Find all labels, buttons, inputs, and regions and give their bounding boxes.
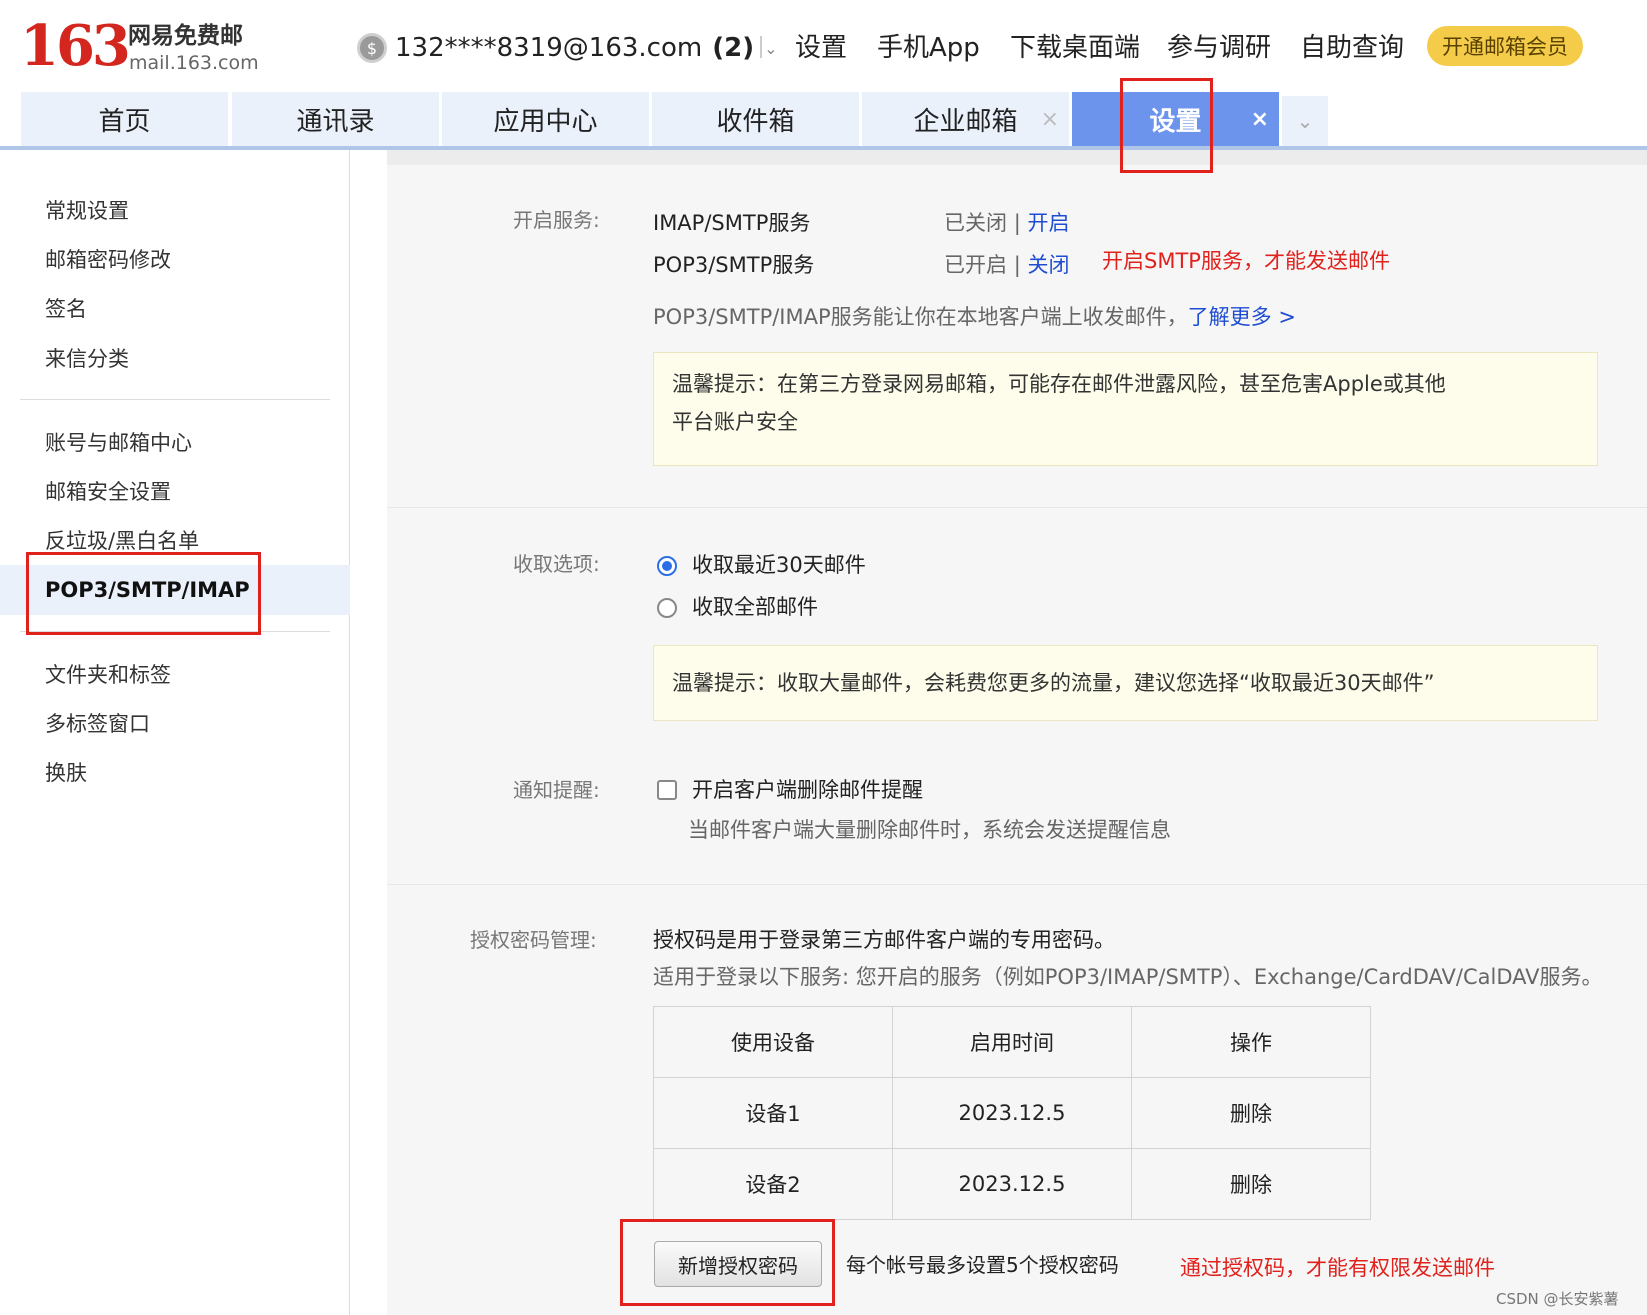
top-link-mobile-app[interactable]: 手机App bbox=[877, 28, 980, 68]
auth-annotation: 通过授权码，才能有权限发送邮件 bbox=[1180, 1256, 1495, 1280]
column-header: 操作 bbox=[1131, 1006, 1371, 1078]
table-header: 使用设备 启用时间 操作 bbox=[653, 1006, 1371, 1078]
tab-label: 企业邮箱 bbox=[913, 106, 1018, 137]
sidebar-divider bbox=[20, 399, 330, 400]
device-name: 设备2 bbox=[653, 1148, 893, 1220]
tab-home[interactable]: 首页 bbox=[21, 92, 228, 146]
service-name-pop3: POP3/SMTP服务 bbox=[653, 253, 815, 277]
section-divider bbox=[387, 507, 1647, 508]
disable-pop3-link[interactable]: 关闭 bbox=[1027, 253, 1069, 277]
tab-label: 应用中心 bbox=[493, 106, 598, 137]
service-status-pop3: 已开启 | 关闭 bbox=[944, 250, 1069, 280]
close-icon[interactable]: × bbox=[1041, 107, 1059, 132]
delete-reminder-desc: 当邮件客户端大量删除邮件时，系统会发送提醒信息 bbox=[688, 818, 1171, 842]
tab-inbox[interactable]: 收件箱 bbox=[652, 92, 859, 146]
sidebar-item-general[interactable]: 常规设置 bbox=[45, 196, 129, 226]
sidebar-item-security[interactable]: 邮箱安全设置 bbox=[45, 477, 171, 507]
auth-line-2: 适用于登录以下服务: 您开启的服务（例如POP3/IMAP/SMTP）、Exch… bbox=[653, 965, 1603, 989]
smtp-annotation: 开启SMTP服务，才能发送邮件 bbox=[1102, 249, 1390, 273]
enable-imap-link[interactable]: 开启 bbox=[1027, 211, 1069, 235]
auth-label: 授权密码管理: bbox=[470, 928, 597, 952]
tip-line: 温馨提示：在第三方登录网易邮箱，可能存在邮件泄露风险，甚至危害Apple或其他 bbox=[672, 372, 1446, 396]
enable-date: 2023.12.5 bbox=[892, 1148, 1132, 1220]
tab-label: 收件箱 bbox=[716, 106, 795, 137]
receive-tip: 温馨提示：收取大量邮件，会耗费您更多的流量，建议您选择“收取最近30天邮件” bbox=[653, 645, 1598, 721]
delete-reminder-label[interactable]: 开启客户端删除邮件提醒 bbox=[692, 775, 923, 805]
description-text: POP3/SMTP/IMAP服务能让你在本地客户端上收发邮件， bbox=[653, 305, 1188, 329]
auth-limit-text: 每个帐号最多设置5个授权密码 bbox=[846, 1253, 1119, 1277]
top-link-settings[interactable]: 设置 bbox=[795, 28, 847, 68]
tab-enterprise-mail[interactable]: 企业邮箱 × bbox=[862, 92, 1069, 146]
services-description: POP3/SMTP/IMAP服务能让你在本地客户端上收发邮件，了解更多 > bbox=[653, 302, 1296, 332]
service-name-imap: IMAP/SMTP服务 bbox=[653, 211, 811, 235]
learn-more-link[interactable]: 了解更多 > bbox=[1188, 305, 1296, 329]
sidebar-item-skin[interactable]: 换肤 bbox=[45, 758, 87, 788]
auth-device-table: 使用设备 启用时间 操作 设备1 2023.12.5 删除 设备2 2023.1… bbox=[653, 1006, 1371, 1220]
service-status-imap: 已关闭 | 开启 bbox=[944, 208, 1069, 238]
coin-icon: $ bbox=[357, 33, 387, 63]
section-divider bbox=[387, 884, 1647, 885]
account-switcher[interactable]: $ 132****8319@163.com (2) ⌄ bbox=[357, 28, 777, 68]
sidebar-item-mail-classify[interactable]: 来信分类 bbox=[45, 344, 129, 374]
vip-button[interactable]: 开通邮箱会员 bbox=[1427, 26, 1583, 66]
status-text: 已关闭 bbox=[944, 211, 1007, 235]
sidebar-item-password[interactable]: 邮箱密码修改 bbox=[45, 245, 171, 275]
receive-label: 收取选项: bbox=[513, 552, 600, 576]
account-count: (2) bbox=[712, 33, 755, 63]
sidebar-item-folders-tags[interactable]: 文件夹和标签 bbox=[45, 660, 171, 690]
tip-line: 平台账户安全 bbox=[672, 410, 798, 434]
highlight-box bbox=[26, 552, 261, 635]
top-link-survey[interactable]: 参与调研 bbox=[1167, 28, 1271, 68]
tab-app-center[interactable]: 应用中心 bbox=[442, 92, 649, 146]
watermark: CSDN @长安紫薯 bbox=[1496, 1290, 1619, 1308]
logo-domain[interactable]: mail.163.com bbox=[129, 52, 259, 74]
services-label: 开启服务: bbox=[513, 208, 600, 232]
tab-label: 通讯录 bbox=[296, 106, 375, 137]
option-recent-30-days[interactable]: 收取最近30天邮件 bbox=[692, 550, 866, 580]
top-bar: 163 网易免费邮 mail.163.com $ 132****8319@163… bbox=[0, 0, 1647, 92]
delete-reminder-checkbox[interactable] bbox=[657, 780, 677, 800]
logo-name[interactable]: 网易免费邮 bbox=[128, 22, 243, 50]
delete-link[interactable]: 删除 bbox=[1131, 1077, 1371, 1149]
divider bbox=[760, 36, 762, 58]
column-header: 启用时间 bbox=[892, 1006, 1132, 1078]
settings-sidebar: 常规设置 邮箱密码修改 签名 来信分类 账号与邮箱中心 邮箱安全设置 反垃圾/黑… bbox=[0, 150, 350, 1315]
table-row: 设备1 2023.12.5 删除 bbox=[653, 1077, 1371, 1149]
tab-bar: 首页 通讯录 应用中心 收件箱 企业邮箱 × 设置 × ⌄ bbox=[0, 92, 1647, 150]
separator: | bbox=[1013, 253, 1021, 277]
tab-label: 首页 bbox=[98, 106, 151, 137]
column-header: 使用设备 bbox=[653, 1006, 893, 1078]
tab-more-chevron-icon[interactable]: ⌄ bbox=[1282, 96, 1328, 146]
radio-all-mail[interactable] bbox=[657, 598, 677, 618]
top-link-desktop-download[interactable]: 下载桌面端 bbox=[1010, 28, 1140, 68]
top-link-self-service[interactable]: 自助查询 bbox=[1300, 28, 1404, 68]
enable-date: 2023.12.5 bbox=[892, 1077, 1132, 1149]
delete-link[interactable]: 删除 bbox=[1131, 1148, 1371, 1220]
radio-recent-30-days[interactable] bbox=[657, 556, 677, 576]
highlight-box bbox=[620, 1219, 835, 1306]
device-name: 设备1 bbox=[653, 1077, 893, 1149]
status-text: 已开启 bbox=[944, 253, 1007, 277]
separator: | bbox=[1013, 211, 1021, 235]
account-email: 132****8319@163.com bbox=[395, 33, 703, 63]
sidebar-item-multi-tab[interactable]: 多标签窗口 bbox=[45, 709, 150, 739]
sidebar-item-signature[interactable]: 签名 bbox=[45, 294, 87, 324]
chevron-down-icon[interactable]: ⌄ bbox=[764, 39, 777, 58]
auth-line-1: 授权码是用于登录第三方邮件客户端的专用密码。 bbox=[653, 928, 1115, 952]
close-icon[interactable]: × bbox=[1251, 107, 1269, 132]
tab-contacts[interactable]: 通讯录 bbox=[232, 92, 439, 146]
notify-label: 通知提醒: bbox=[513, 778, 600, 802]
option-all-mail[interactable]: 收取全部邮件 bbox=[692, 592, 818, 622]
services-tip: 温馨提示：在第三方登录网易邮箱，可能存在邮件泄露风险，甚至危害Apple或其他 … bbox=[653, 352, 1598, 466]
highlight-box bbox=[1120, 78, 1213, 173]
table-row: 设备2 2023.12.5 删除 bbox=[653, 1148, 1371, 1220]
sidebar-item-account-center[interactable]: 账号与邮箱中心 bbox=[45, 428, 192, 458]
logo-number[interactable]: 163 bbox=[20, 14, 131, 78]
